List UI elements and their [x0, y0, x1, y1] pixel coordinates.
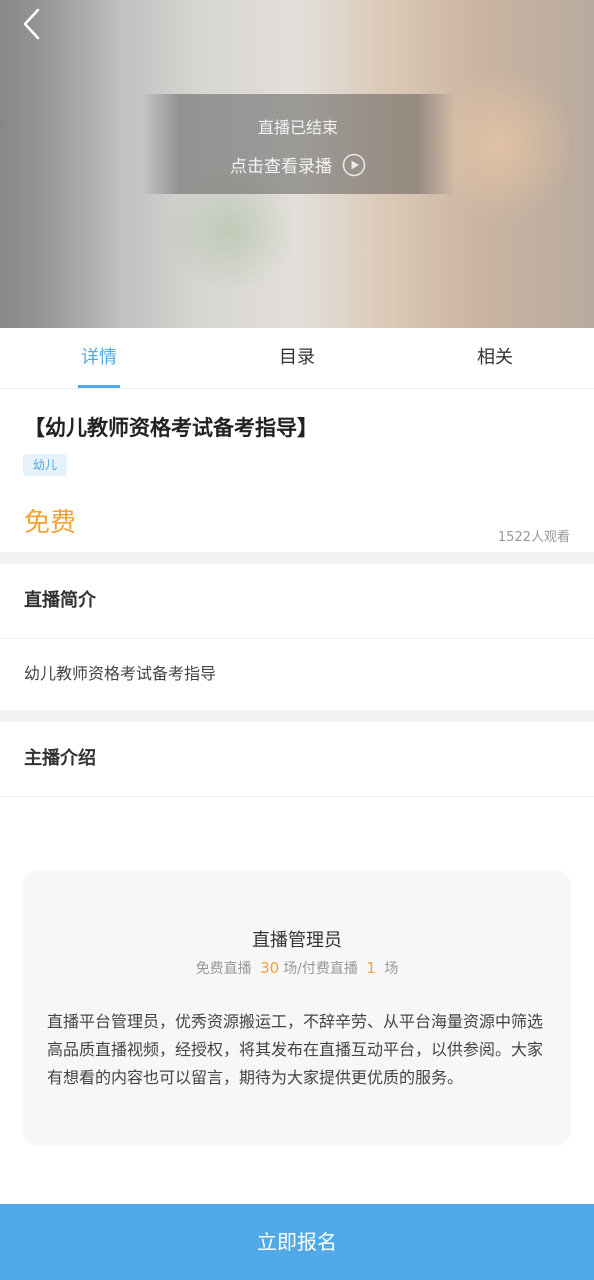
paid-live-count: 1 [366, 959, 376, 977]
tab-catalog[interactable]: 目录 [198, 328, 396, 388]
host-intro-heading: 主播介绍 [0, 722, 594, 797]
price-label: 免费 [24, 508, 77, 538]
play-circle-icon [342, 153, 366, 176]
host-description: 直播平台管理员，优秀资源搬运工，不辞辛劳、从平台海量资源中筛选高品质直播视频，经… [47, 1012, 544, 1087]
back-button[interactable] [18, 4, 48, 44]
paid-live-label: 场/付费直播 [283, 961, 358, 977]
live-intro-text: 幼儿教师资格考试备考指导 [24, 664, 217, 683]
replay-label: 点击查看录播 [230, 157, 332, 177]
signup-button[interactable]: 立即报名 [0, 1204, 594, 1280]
video-blur-shade [0, 0, 120, 328]
paid-live-unit: 场 [384, 961, 399, 977]
live-intro-section: 直播简介 幼儿教师资格考试备考指导 [0, 564, 594, 710]
tab-bar: 详情 目录 相关 [0, 328, 594, 389]
host-intro-section: 主播介绍 [0, 722, 594, 798]
live-intro-heading: 直播简介 [0, 564, 594, 639]
section-divider [0, 552, 594, 564]
view-replay-button[interactable]: 点击查看录播 [230, 152, 366, 177]
tab-details[interactable]: 详情 [0, 328, 198, 388]
chevron-left-icon [23, 8, 40, 40]
course-title: 【幼儿教师资格考试备考指导】 [24, 416, 318, 440]
section-divider [0, 710, 594, 722]
video-player[interactable]: 直播已结束 点击查看录播 [0, 0, 594, 328]
host-name: 直播管理员 [252, 930, 342, 951]
host-stats: 免费直播 30 场/付费直播 1 场 [23, 958, 571, 978]
free-live-label: 免费直播 [195, 961, 252, 977]
free-live-count: 30 [260, 959, 280, 977]
course-header: 【幼儿教师资格考试备考指导】 幼儿 免费 1522人观看 [0, 390, 594, 552]
tab-related[interactable]: 相关 [396, 328, 594, 388]
category-tag: 幼儿 [23, 454, 68, 476]
viewer-count: 1522人观看 [497, 530, 570, 545]
live-status-text: 直播已结束 [257, 118, 338, 137]
live-ended-overlay: 直播已结束 点击查看录播 [141, 94, 455, 194]
host-card: 直播管理员 免费直播 30 场/付费直播 1 场 直播平台管理员，优秀资源搬运工，… [23, 870, 571, 1146]
